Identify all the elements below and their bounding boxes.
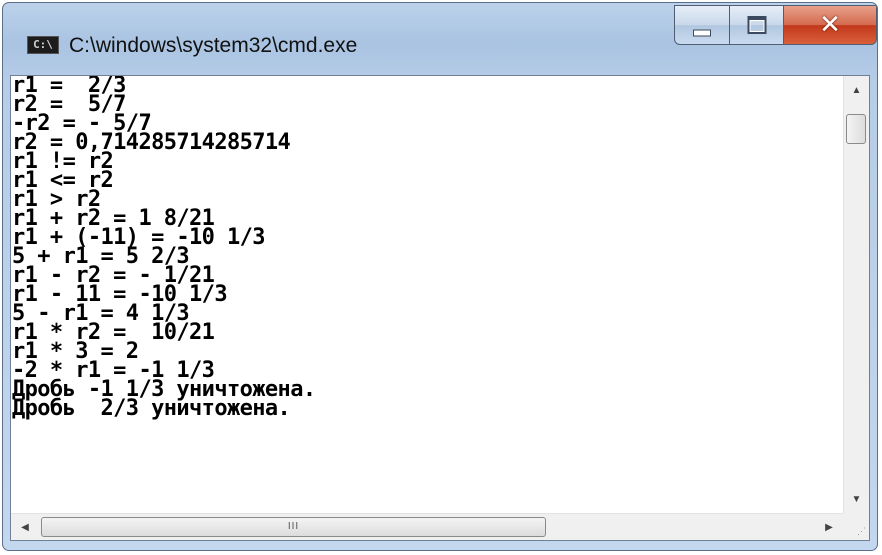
console-client-area: r1 = 2/3 r2 = 5/7 -r2 = - 5/7 r2 = 0,714285…	[10, 75, 870, 541]
scroll-right-button[interactable]: ▶	[815, 514, 843, 540]
console-line: r1 = 2/3	[12, 76, 126, 98]
arrow-right-icon: ▶	[825, 521, 833, 533]
maximize-button[interactable]	[729, 5, 784, 45]
arrow-up-icon: ▲	[851, 84, 862, 96]
cmd-window: C:\ C:\windows\system32\cmd.exe ✕ r1 = 2…	[2, 2, 878, 551]
maximize-icon	[747, 16, 766, 34]
arrow-left-icon: ◀	[21, 521, 29, 533]
minimize-button[interactable]	[674, 5, 730, 45]
horizontal-scroll-thumb[interactable]: III	[41, 517, 546, 537]
scrollbar-corner: ⋰	[843, 513, 869, 540]
title-bar[interactable]: C:\ C:\windows\system32\cmd.exe ✕	[3, 3, 877, 75]
window-title: C:\windows\system32\cmd.exe	[69, 34, 358, 57]
vertical-scroll-thumb[interactable]	[846, 114, 866, 144]
scroll-up-button[interactable]: ▲	[844, 76, 869, 104]
arrow-down-icon: ▼	[851, 493, 862, 505]
minimize-icon	[693, 29, 711, 37]
console-line: r1 <= r2	[12, 168, 114, 193]
vertical-scrollbar[interactable]: ▲ ▼	[843, 76, 869, 513]
scroll-down-button[interactable]: ▼	[844, 485, 869, 513]
cmd-app-icon[interactable]: C:\	[27, 36, 59, 54]
resize-grip-icon[interactable]: ⋰	[857, 526, 866, 537]
thumb-grip-icon: III	[287, 521, 300, 532]
close-button[interactable]: ✕	[783, 5, 877, 45]
console-output[interactable]: r1 = 2/3 r2 = 5/7 -r2 = - 5/7 r2 = 0,714285…	[11, 76, 843, 513]
close-icon: ✕	[819, 10, 841, 40]
horizontal-scrollbar[interactable]: ◀ III ▶	[11, 513, 843, 540]
scroll-left-button[interactable]: ◀	[11, 514, 39, 540]
console-line: r2 = 0,714285714285714	[12, 130, 291, 155]
console-line: Дробь 2/3 уничтожена.	[12, 396, 291, 421]
